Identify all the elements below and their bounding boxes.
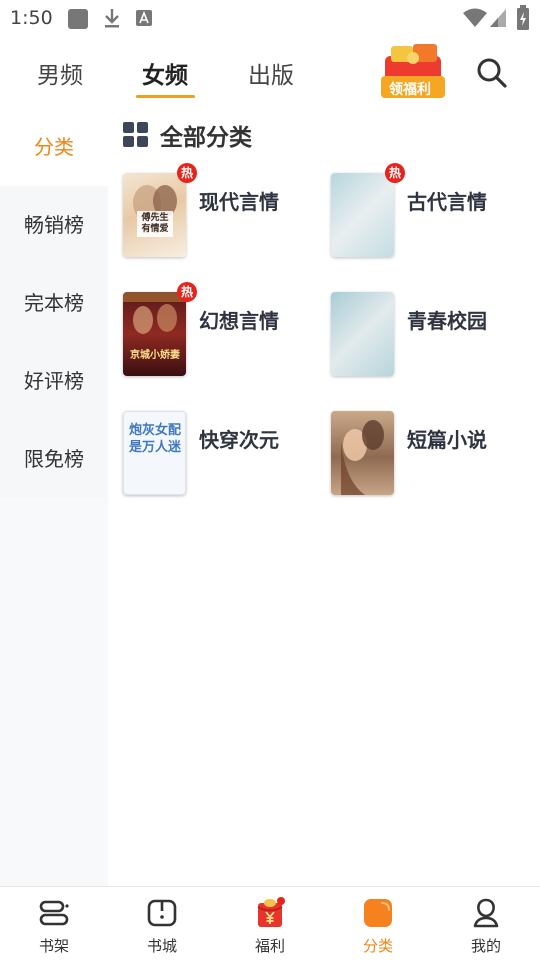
bookstore-icon <box>147 899 177 927</box>
book-cover: 傅先生 有情爱 <box>123 173 186 257</box>
category-modern-romance[interactable]: 傅先生 有情爱 热 现代言情 <box>123 163 323 263</box>
wifi-icon <box>463 8 487 27</box>
category-short-story[interactable]: 短篇小说 <box>331 411 531 501</box>
grid-category-icon <box>123 122 148 147</box>
book-cover-title: 京城小娇妻 <box>130 350 180 361</box>
welfare-redpacket-icon <box>257 897 285 927</box>
active-tab-indicator <box>136 95 195 98</box>
category-icon <box>364 899 392 927</box>
welfare-badge-label: 领福利 <box>389 82 431 98</box>
search-icon[interactable] <box>476 57 508 89</box>
sidebar-empty-area <box>0 498 108 886</box>
nav-label: 福利 <box>254 937 285 955</box>
cell-signal-icon <box>490 9 506 27</box>
category-label: 古代言情 <box>407 190 487 214</box>
nav-label: 书城 <box>146 937 177 955</box>
nav-bookstore[interactable]: 书城 <box>108 887 216 961</box>
hot-badge: 热 <box>385 163 405 183</box>
category-youth-campus[interactable]: 青春校园 <box>331 292 531 382</box>
bottom-nav: 书架 书城 福利 分类 我的 <box>0 886 540 960</box>
tab-female[interactable]: 女频 <box>142 56 188 90</box>
profile-icon <box>473 898 499 928</box>
nav-label: 我的 <box>470 937 501 955</box>
book-cover <box>331 173 394 257</box>
book-cover-title: 傅先生 有情爱 <box>141 213 169 234</box>
sidebar: 分类 畅销榜 完本榜 好评榜 限免榜 <box>0 108 108 886</box>
download-icon <box>105 9 119 28</box>
book-cover: 京城小娇妻 <box>123 292 186 376</box>
status-bar: 1:50 <box>0 0 540 36</box>
category-fantasy-romance[interactable]: 京城小娇妻 热 幻想言情 <box>123 282 323 382</box>
nav-label: 书架 <box>38 937 69 955</box>
tab-male[interactable]: 男频 <box>37 56 83 90</box>
app-notification-icon <box>68 9 88 29</box>
category-label: 幻想言情 <box>199 309 279 333</box>
hot-badge: 热 <box>177 282 197 302</box>
sidebar-item-completed[interactable]: 完本榜 <box>0 264 108 342</box>
sidebar-item-category[interactable]: 分类 <box>0 108 108 186</box>
nav-bookshelf[interactable]: 书架 <box>0 887 108 961</box>
category-quick-transmigration[interactable]: 炮灰女配是万人迷 快穿次元 <box>123 411 323 501</box>
category-label: 青春校园 <box>407 309 487 333</box>
bookshelf-icon <box>39 900 69 926</box>
tab-publish[interactable]: 出版 <box>248 56 294 90</box>
book-cover <box>331 411 394 495</box>
sidebar-item-free[interactable]: 限免榜 <box>0 420 108 498</box>
category-ancient-romance[interactable]: 热 古代言情 <box>331 163 531 263</box>
battery-icon <box>517 5 529 30</box>
category-label: 短篇小说 <box>407 428 487 452</box>
a-letter-icon <box>136 10 152 26</box>
sidebar-item-top-rated[interactable]: 好评榜 <box>0 342 108 420</box>
nav-welfare[interactable]: 福利 <box>216 887 324 961</box>
nav-label: 分类 <box>362 937 393 955</box>
category-label: 现代言情 <box>199 190 279 214</box>
book-cover-title: 炮灰女配是万人迷 <box>128 423 181 455</box>
book-cover: 炮灰女配是万人迷 <box>123 411 186 495</box>
section-title: 全部分类 <box>160 125 252 151</box>
welfare-badge-button[interactable]: 领福利 <box>377 42 449 100</box>
book-cover <box>331 292 394 376</box>
hot-badge: 热 <box>177 163 197 183</box>
status-time: 1:50 <box>10 7 53 29</box>
sidebar-item-bestseller[interactable]: 畅销榜 <box>0 186 108 264</box>
nav-profile[interactable]: 我的 <box>432 887 540 961</box>
nav-category[interactable]: 分类 <box>324 887 432 961</box>
category-label: 快穿次元 <box>199 428 279 452</box>
